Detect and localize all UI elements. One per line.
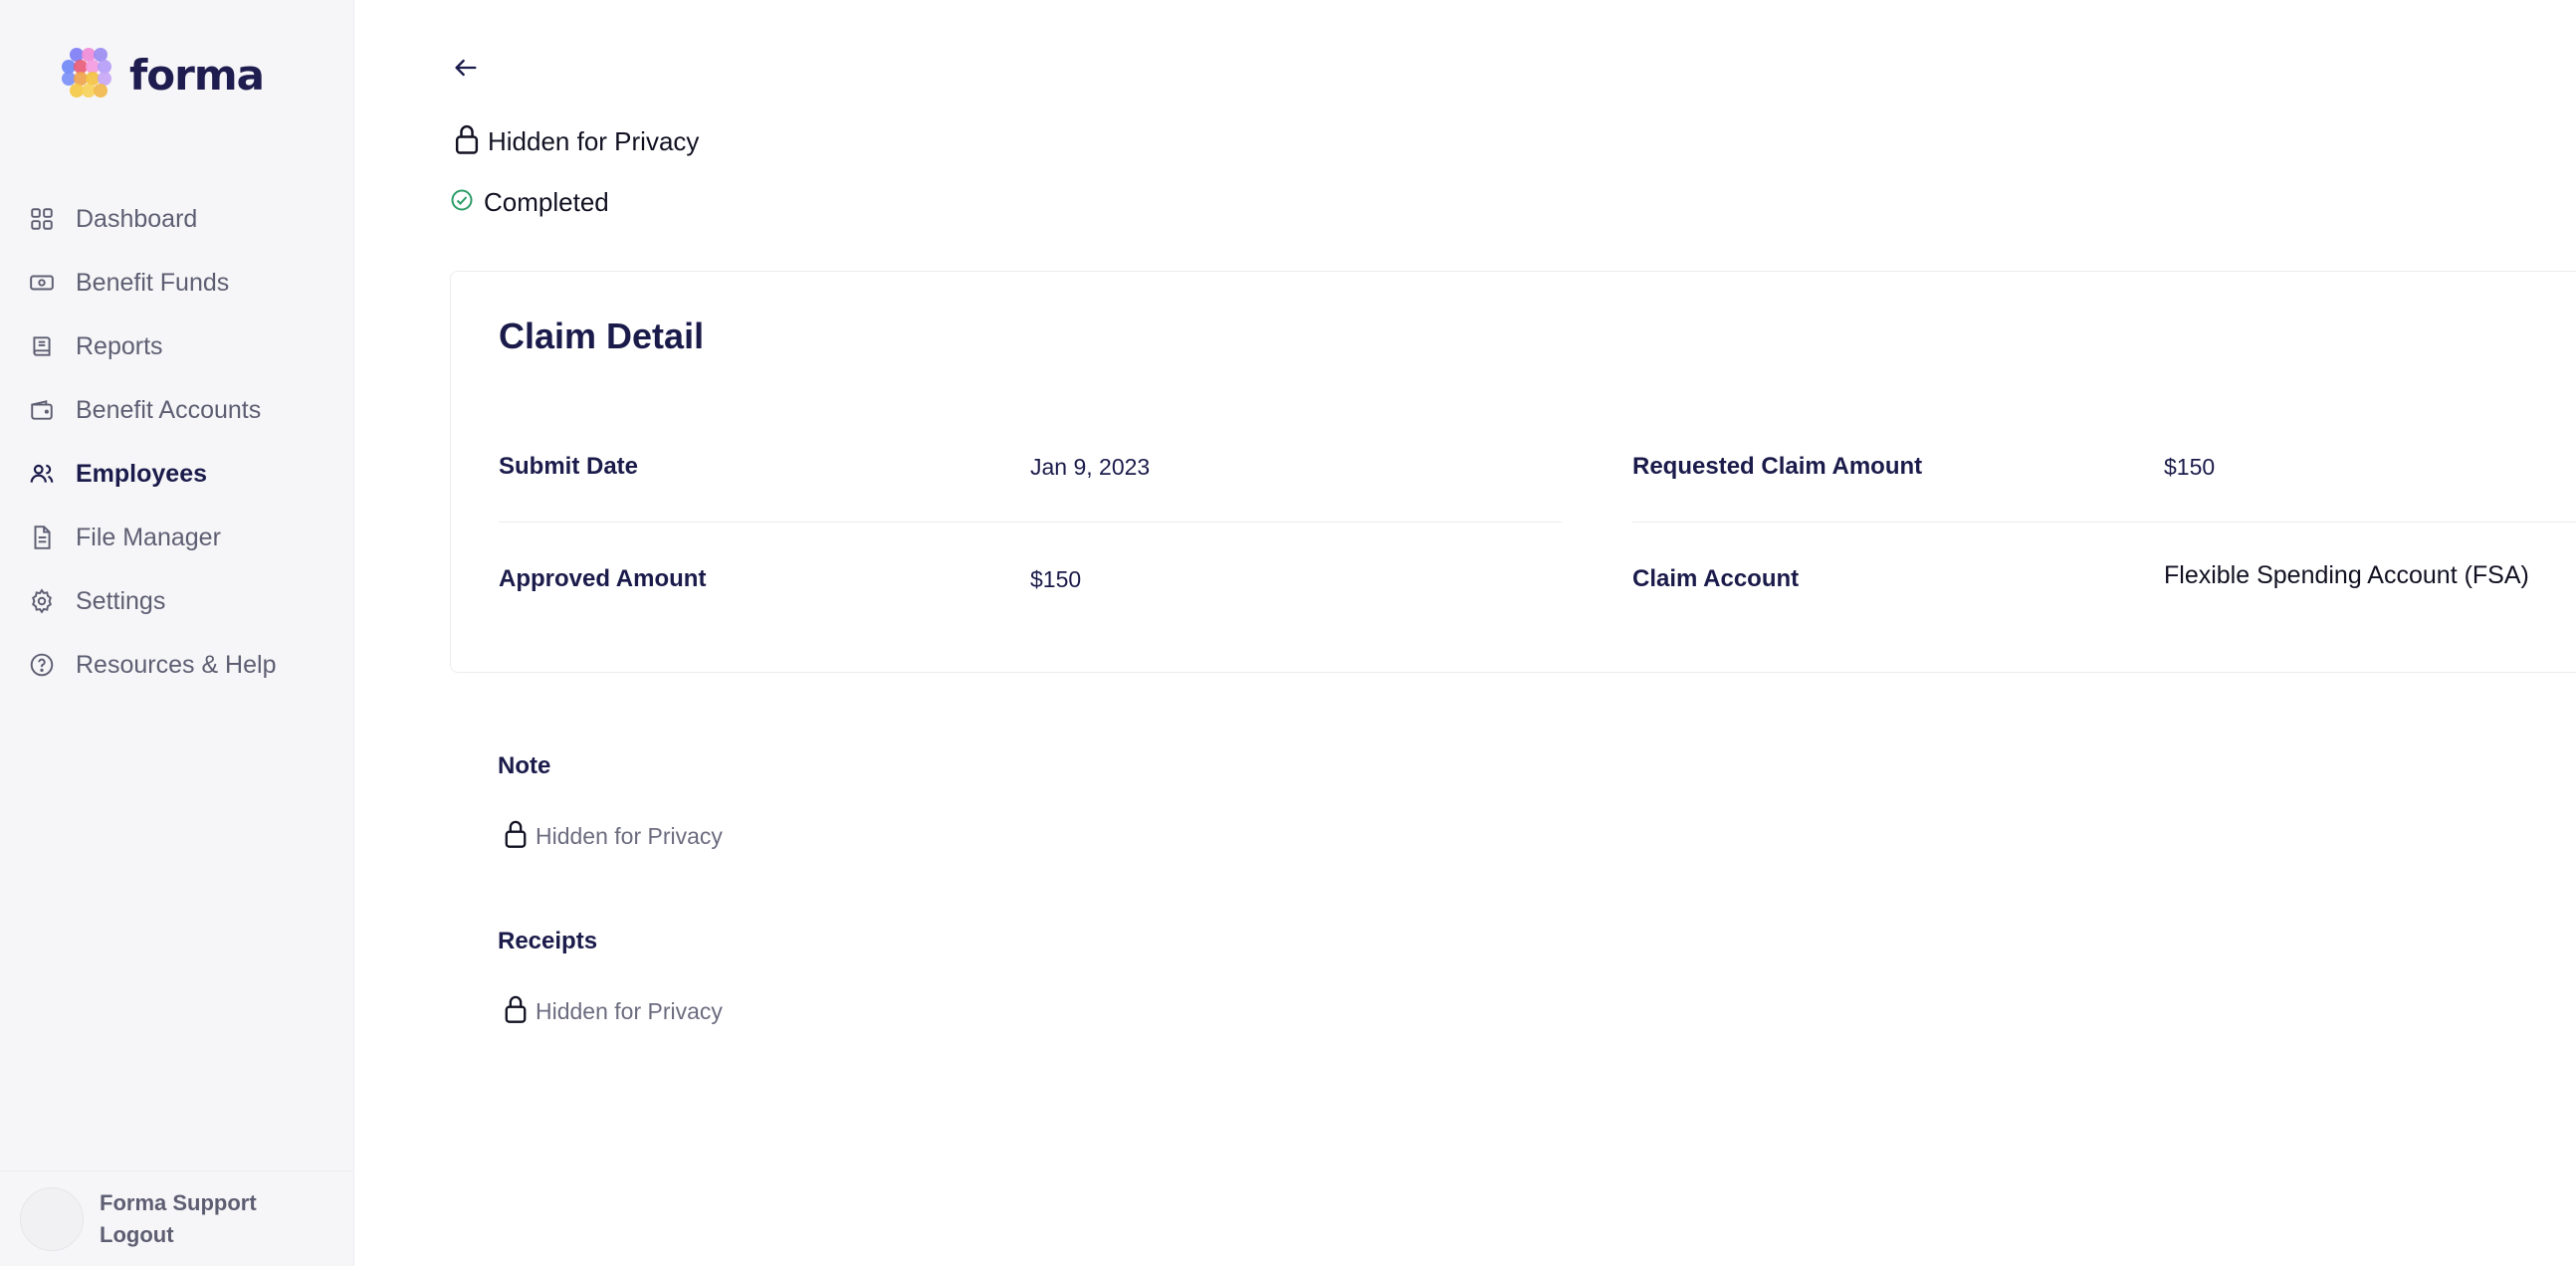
user-name: Forma Support <box>100 1189 257 1215</box>
sidebar-item-label: File Manager <box>76 523 221 551</box>
sidebar-item-label: Employees <box>76 459 208 488</box>
sidebar-item-reports[interactable]: Reports <box>0 315 354 378</box>
sidebar: forma Dashboard Benefit Funds Reports Be… <box>0 0 354 1266</box>
lock-icon <box>504 994 528 1029</box>
sidebar-item-label: Resources & Help <box>76 650 277 679</box>
sidebar-item-benefit-funds[interactable]: Benefit Funds <box>0 251 354 315</box>
claimant-name-hidden: Hidden for Privacy <box>454 123 699 160</box>
dashboard-grid-icon <box>28 205 56 233</box>
wallet-icon <box>28 396 56 424</box>
row-divider <box>499 522 1562 523</box>
status-badge: Completed <box>450 187 609 218</box>
status-text: Completed <box>484 187 609 217</box>
lock-icon <box>454 123 480 160</box>
sidebar-item-label: Dashboard <box>76 204 198 233</box>
arrow-left-icon <box>455 59 477 77</box>
sidebar-item-label: Settings <box>76 586 166 615</box>
book-icon <box>28 332 56 360</box>
user-footer: Forma Support Logout <box>0 1170 354 1266</box>
privacy-title-text: Hidden for Privacy <box>488 126 700 156</box>
sidebar-item-dashboard[interactable]: Dashboard <box>0 187 354 251</box>
file-icon <box>28 524 56 551</box>
brand-name: forma <box>129 50 265 100</box>
lock-icon <box>504 819 528 854</box>
cash-icon <box>28 269 56 297</box>
receipts-value: Hidden for Privacy <box>536 998 723 1024</box>
approved-amount-label: Approved Amount <box>499 565 707 592</box>
sidebar-item-label: Benefit Accounts <box>76 395 262 424</box>
sidebar-item-benefit-accounts[interactable]: Benefit Accounts <box>0 378 354 442</box>
users-icon <box>28 460 56 488</box>
receipts-label: Receipts <box>498 928 598 954</box>
row-divider <box>1632 522 2576 523</box>
claim-detail-card: Claim Detail Submit Date Jan 9, 2023 Req… <box>450 271 2576 673</box>
forma-logo[interactable]: forma <box>60 46 265 104</box>
note-value: Hidden for Privacy <box>536 823 723 849</box>
claim-account-label: Claim Account <box>1632 565 1800 592</box>
sidebar-nav: Dashboard Benefit Funds Reports Benefit … <box>0 187 354 697</box>
check-circle-icon <box>450 188 474 217</box>
sidebar-item-file-manager[interactable]: File Manager <box>0 506 354 569</box>
submit-date-label: Submit Date <box>499 453 639 480</box>
sidebar-item-settings[interactable]: Settings <box>0 569 354 633</box>
requested-amount-label: Requested Claim Amount <box>1632 453 1923 480</box>
sidebar-item-label: Benefit Funds <box>76 268 230 297</box>
sidebar-item-employees[interactable]: Employees <box>0 442 354 506</box>
avatar[interactable] <box>20 1186 84 1251</box>
approved-amount-value: $150 <box>1030 566 1082 592</box>
sidebar-item-label: Reports <box>76 331 163 360</box>
requested-amount-value: $150 <box>2164 454 2216 480</box>
gear-icon <box>28 587 56 615</box>
sidebar-item-resources-help[interactable]: Resources & Help <box>0 633 354 697</box>
help-circle-icon <box>28 651 56 679</box>
claim-account-value: Flexible Spending Account (FSA) <box>2164 561 2529 589</box>
logout-link[interactable]: Logout <box>100 1222 257 1248</box>
forma-logo-icon <box>62 48 111 98</box>
main-content: Hidden for Privacy Completed Claim Detai… <box>354 0 2576 1266</box>
user-info: Forma Support Logout <box>100 1190 257 1248</box>
back-button[interactable] <box>446 48 486 88</box>
submit-date-value: Jan 9, 2023 <box>1030 454 1151 480</box>
claim-detail-title: Claim Detail <box>499 316 705 356</box>
note-label: Note <box>498 752 551 779</box>
receipts-hidden: Hidden for Privacy <box>504 994 723 1029</box>
note-hidden: Hidden for Privacy <box>504 819 723 854</box>
